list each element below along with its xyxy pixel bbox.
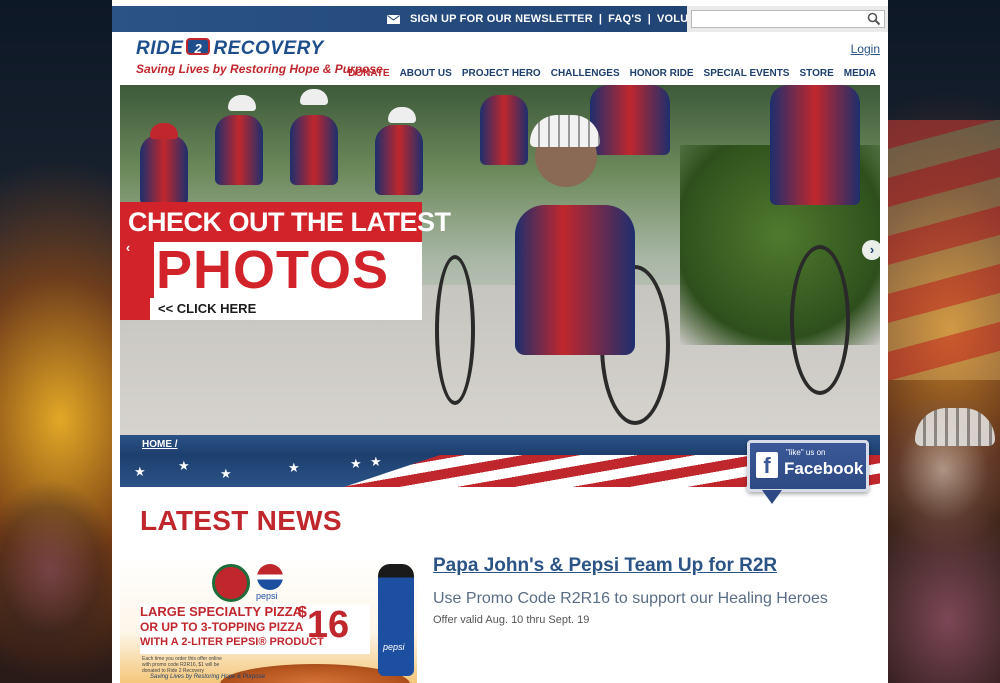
promo-cta-link[interactable]: << CLICK HERE <box>158 298 256 320</box>
news-item-subtitle: Use Promo Code R2R16 to support our Heal… <box>433 590 828 607</box>
next-slide-arrow[interactable]: › <box>862 240 880 260</box>
cyclist-helmet <box>300 89 328 105</box>
star-icon: ★ <box>350 456 362 471</box>
top-links: SIGN UP FOR OUR NEWSLETTER | FAQ'S | VOL… <box>387 6 727 32</box>
search-icon[interactable] <box>867 12 881 26</box>
cyclist-figure <box>770 85 860 205</box>
top-utility-bar: SIGN UP FOR OUR NEWSLETTER | FAQ'S | VOL… <box>112 6 888 32</box>
papa-johns-logo <box>212 564 250 602</box>
news-item-note: Offer valid Aug. 10 thru Sept. 19 <box>433 614 590 626</box>
offer-tagline: Saving Lives by Restoring Hope & Purpose <box>150 674 266 680</box>
promo-headline: CHECK OUT THE LATEST <box>120 202 451 242</box>
price-value: 16 <box>306 604 350 646</box>
nav-item-donate[interactable]: DONATE <box>348 68 389 79</box>
logo-wordmark: RIDE 2 RECOVERY <box>136 38 324 60</box>
offer-line-3: WITH A 2-LITER PEPSI® PRODUCT <box>140 636 324 648</box>
bottle-label: pepsi <box>383 642 405 652</box>
cyclist-figure <box>590 85 670 155</box>
separator: | <box>598 13 603 25</box>
promo-bottom-band: << CLICK HERE <box>120 298 422 320</box>
mail-icon <box>387 14 400 24</box>
news-item-image[interactable]: pepsi LARGE SPECIALTY PIZZA OR UP TO 3-T… <box>120 556 417 683</box>
breadcrumb-home[interactable]: HOME / <box>142 439 178 450</box>
photos-promo[interactable]: CHECK OUT THE LATEST PHOTOS << CLICK HER… <box>120 202 451 320</box>
offer-small-print: Each time you order this offer online wi… <box>142 656 222 674</box>
separator: | <box>647 13 651 25</box>
search-input[interactable] <box>691 10 885 28</box>
page-container: SIGN UP FOR OUR NEWSLETTER | FAQ'S | VOL… <box>112 0 888 683</box>
star-icon: ★ <box>370 455 382 469</box>
pepsi-wordmark: pepsi <box>256 591 278 601</box>
cyclist-figure <box>140 135 188 205</box>
bike-wheel <box>790 245 850 395</box>
background-rider-left <box>0 470 112 683</box>
logo-word-recovery: RECOVERY <box>213 38 324 59</box>
background-flag <box>888 120 1000 380</box>
news-item-title[interactable]: Papa John's & Pepsi Team Up for R2R <box>433 555 777 577</box>
logo-badge: 2 <box>186 38 211 56</box>
facebook-label: Facebook <box>784 459 864 478</box>
main-navigation: DONATE ABOUT US PROJECT HERO CHALLENGES … <box>348 68 876 79</box>
nav-item-challenges[interactable]: CHALLENGES <box>551 68 620 79</box>
faqs-link[interactable]: FAQ'S <box>608 13 642 25</box>
cyclist-helmet <box>388 107 416 123</box>
offer-line-2: OR UP TO 3-TOPPING PIZZA <box>140 620 304 634</box>
star-icon: ★ <box>288 460 300 475</box>
hero-slider[interactable]: CHECK OUT THE LATEST PHOTOS << CLICK HER… <box>120 85 880 435</box>
latest-news-heading: LATEST NEWS <box>140 505 342 536</box>
nav-item-special-events[interactable]: SPECIAL EVENTS <box>704 68 790 79</box>
search-area <box>687 6 888 32</box>
bike-wheel <box>435 255 475 405</box>
offer-line-1: LARGE SPECIALTY PIZZA <box>140 604 303 619</box>
facebook-icon: f <box>756 452 778 478</box>
nav-item-media[interactable]: MEDIA <box>844 68 876 79</box>
cyclist-figure <box>480 95 528 165</box>
star-icon: ★ <box>220 466 232 481</box>
price-currency: $ <box>298 604 307 621</box>
facebook-like-text: "like" us on <box>786 448 826 457</box>
cyclist-figure <box>375 125 423 195</box>
facebook-like-badge[interactable]: f "like" us on Facebook <box>747 440 869 492</box>
logo-word-ride: RIDE <box>136 38 184 59</box>
nav-item-honor-ride[interactable]: HONOR RIDE <box>630 68 694 79</box>
cyclist-figure <box>215 115 263 185</box>
cyclist-figure <box>290 115 338 185</box>
hero-main-rider <box>515 205 635 355</box>
login-link[interactable]: Login <box>851 42 880 56</box>
cyclist-helmet <box>150 123 178 139</box>
star-icon: ★ <box>134 464 146 479</box>
flag-canton <box>120 455 440 487</box>
newsletter-link[interactable]: SIGN UP FOR OUR NEWSLETTER <box>410 13 593 25</box>
site-logo[interactable]: RIDE 2 RECOVERY Saving Lives by Restoring … <box>136 38 383 78</box>
logo-tagline: Saving Lives by Restoring Hope & Purpose <box>136 62 383 76</box>
promo-photos-text: PHOTOS <box>156 240 390 300</box>
facebook-badge-tail <box>762 490 782 504</box>
pepsi-bottle: pepsi <box>378 564 414 676</box>
nav-item-about-us[interactable]: ABOUT US <box>400 68 452 79</box>
star-icon: ★ <box>178 458 190 473</box>
nav-item-project-hero[interactable]: PROJECT HERO <box>462 68 541 79</box>
hero-rider-helmet <box>530 115 600 147</box>
pepsi-logo <box>257 564 283 590</box>
cyclist-helmet <box>228 95 256 111</box>
offer-price: $16 <box>298 604 349 647</box>
nav-item-store[interactable]: STORE <box>799 68 833 79</box>
